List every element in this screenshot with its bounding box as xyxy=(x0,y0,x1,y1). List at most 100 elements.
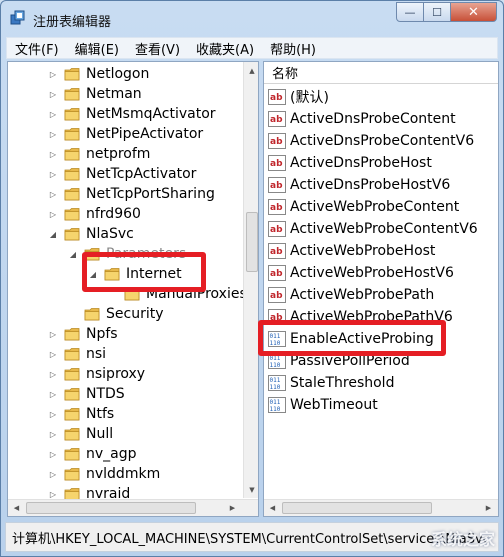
registry-value-row[interactable]: ab ActiveDnsProbeHost xyxy=(268,152,432,174)
tree-item[interactable]: ▷ Ntfs xyxy=(48,404,114,424)
scroll-left-icon[interactable]: ◀ xyxy=(264,500,281,516)
registry-value-row[interactable]: ab ActiveWebProbeContentV6 xyxy=(268,218,478,240)
expand-arrow-icon[interactable]: ▷ xyxy=(48,489,58,499)
expand-arrow-icon[interactable]: ▷ xyxy=(48,449,58,459)
registry-value-row[interactable]: ab ActiveWebProbePathV6 xyxy=(268,306,453,328)
menu-file[interactable]: 文件(F) xyxy=(7,39,67,58)
registry-value-row[interactable]: 011 110 EnableActiveProbing xyxy=(268,328,434,350)
registry-value-row[interactable]: ab ActiveDnsProbeContent xyxy=(268,108,456,130)
tree-item[interactable]: ▷ netprofm xyxy=(48,144,151,164)
key-tree-pane[interactable]: ▷ Netlogon ▷ Netman ▷ NetMsmqActivator ▷ NetPip… xyxy=(7,61,259,517)
expand-arrow-icon[interactable]: ▷ xyxy=(48,209,58,219)
scroll-right-icon[interactable]: ▶ xyxy=(224,500,241,516)
registry-value-row[interactable]: 011 110 WebTimeout xyxy=(268,394,378,416)
title-bar[interactable]: 注册表编辑器 — ☐ ✕ xyxy=(1,1,503,35)
string-value-icon: ab xyxy=(268,243,286,259)
tree-item[interactable]: ▷ nvlddmkm xyxy=(48,464,160,484)
expand-arrow-icon[interactable]: ◢ xyxy=(88,269,98,279)
scroll-thumb[interactable] xyxy=(246,212,258,272)
tree-item[interactable]: ▷ NetPipeActivator xyxy=(48,124,203,144)
maximize-button[interactable]: ☐ xyxy=(424,2,451,22)
registry-value-row[interactable]: ab ActiveDnsProbeContentV6 xyxy=(268,130,474,152)
menu-favorites[interactable]: 收藏夹(A) xyxy=(188,39,262,58)
expand-arrow-icon[interactable]: ▷ xyxy=(48,409,58,419)
registry-value-row[interactable]: 011 110 StaleThreshold xyxy=(268,372,394,394)
tree-item[interactable]: ▷ NetMsmqActivator xyxy=(48,104,216,124)
value-name: EnableActiveProbing xyxy=(290,331,434,347)
registry-value-row[interactable]: 011 110 PassivePollPeriod xyxy=(268,350,410,372)
tree-item-label: Internet xyxy=(126,266,182,282)
tree-item[interactable]: ManualProxies xyxy=(108,284,247,304)
expand-arrow-icon[interactable]: ◢ xyxy=(48,229,58,239)
expand-arrow-icon[interactable]: ▷ xyxy=(48,189,58,199)
expand-arrow-icon[interactable]: ▷ xyxy=(48,389,58,399)
svg-text:110: 110 xyxy=(270,406,281,413)
close-button[interactable]: ✕ xyxy=(451,2,497,22)
tree-item[interactable]: ▷ Netlogon xyxy=(48,64,149,84)
registry-value-row[interactable]: ab ActiveWebProbeContent xyxy=(268,196,459,218)
registry-value-row[interactable]: ab ActiveWebProbeHost xyxy=(268,240,435,262)
expand-arrow-icon[interactable]: ▷ xyxy=(48,129,58,139)
hscroll-thumb[interactable] xyxy=(282,502,432,514)
tree-item[interactable]: ▷ NetTcpPortSharing xyxy=(48,184,215,204)
registry-value-row[interactable]: ab ActiveDnsProbeHostV6 xyxy=(268,174,450,196)
string-value-icon: ab xyxy=(268,199,286,215)
value-name: WebTimeout xyxy=(290,397,378,413)
folder-icon xyxy=(64,347,80,361)
expand-arrow-icon[interactable]: ▷ xyxy=(48,109,58,119)
folder-icon xyxy=(64,187,80,201)
tree-item[interactable]: ▷ nv_agp xyxy=(48,444,137,464)
expand-arrow-icon[interactable]: ▷ xyxy=(48,149,58,159)
tree-item[interactable]: ▷ Npfs xyxy=(48,324,118,344)
expand-arrow-icon[interactable]: ▷ xyxy=(48,169,58,179)
tree-item[interactable]: ▷ NetTcpActivator xyxy=(48,164,197,184)
scroll-right-icon[interactable]: ▶ xyxy=(480,500,497,516)
expand-arrow-icon[interactable]: ▷ xyxy=(48,69,58,79)
menu-view[interactable]: 查看(V) xyxy=(127,39,188,58)
tree-item[interactable]: ▷ nsi xyxy=(48,344,106,364)
tree-item-label: NetTcpPortSharing xyxy=(86,186,215,202)
expand-arrow-icon[interactable]: ▷ xyxy=(48,89,58,99)
tree-item-label: Security xyxy=(106,306,164,322)
tree-vertical-scrollbar[interactable]: ▲ ▼ xyxy=(243,62,258,498)
folder-icon xyxy=(124,287,140,301)
tree-item[interactable]: ▷ Null xyxy=(48,424,113,444)
minimize-button[interactable]: — xyxy=(396,2,424,22)
tree-item[interactable]: ▷ Netman xyxy=(48,84,142,104)
column-header-name[interactable]: 名称 xyxy=(264,62,498,84)
values-horizontal-scrollbar[interactable]: ◀ ▶ xyxy=(264,499,498,516)
registry-value-row[interactable]: ab ActiveWebProbeHostV6 xyxy=(268,262,454,284)
values-pane[interactable]: 名称 ab (默认) ab ActiveDnsProbeContent ab Active… xyxy=(263,61,499,517)
dword-value-icon: 011 110 xyxy=(268,353,286,369)
tree-horizontal-scrollbar[interactable]: ◀ ▶ xyxy=(8,499,258,516)
string-value-icon: ab xyxy=(268,89,286,105)
expand-arrow-icon[interactable]: ◢ xyxy=(68,249,78,259)
expand-arrow-icon[interactable]: ▷ xyxy=(48,469,58,479)
folder-icon xyxy=(64,67,80,81)
expand-arrow-icon[interactable]: ▷ xyxy=(48,429,58,439)
tree-item[interactable]: ▷ nsiproxy xyxy=(48,364,145,384)
registry-value-row[interactable]: ab (默认) xyxy=(268,86,329,108)
svg-text:ab: ab xyxy=(270,269,283,279)
hscroll-thumb[interactable] xyxy=(26,502,196,514)
scroll-left-icon[interactable]: ◀ xyxy=(8,500,25,516)
registry-value-row[interactable]: ab ActiveWebProbePath xyxy=(268,284,434,306)
tree-item[interactable]: Security xyxy=(68,304,164,324)
scroll-up-icon[interactable]: ▲ xyxy=(244,62,258,79)
expand-arrow-icon[interactable]: ▷ xyxy=(48,369,58,379)
expand-arrow-icon[interactable]: ▷ xyxy=(48,329,58,339)
tree-item[interactable]: ◢ Parameters xyxy=(68,244,186,264)
tree-item[interactable]: ◢ NlaSvc xyxy=(48,224,134,244)
scroll-down-icon[interactable]: ▼ xyxy=(244,481,258,498)
tree-item-label: nv_agp xyxy=(86,446,137,462)
svg-text:110: 110 xyxy=(270,340,281,347)
tree-item-label: NetMsmqActivator xyxy=(86,106,216,122)
tree-item[interactable]: ◢ Internet xyxy=(88,264,182,284)
folder-icon xyxy=(84,247,100,261)
tree-item[interactable]: ▷ NTDS xyxy=(48,384,125,404)
folder-icon xyxy=(64,427,80,441)
tree-item[interactable]: ▷ nfrd960 xyxy=(48,204,141,224)
expand-arrow-icon[interactable]: ▷ xyxy=(48,349,58,359)
menu-help[interactable]: 帮助(H) xyxy=(262,39,324,58)
menu-edit[interactable]: 编辑(E) xyxy=(67,39,127,58)
